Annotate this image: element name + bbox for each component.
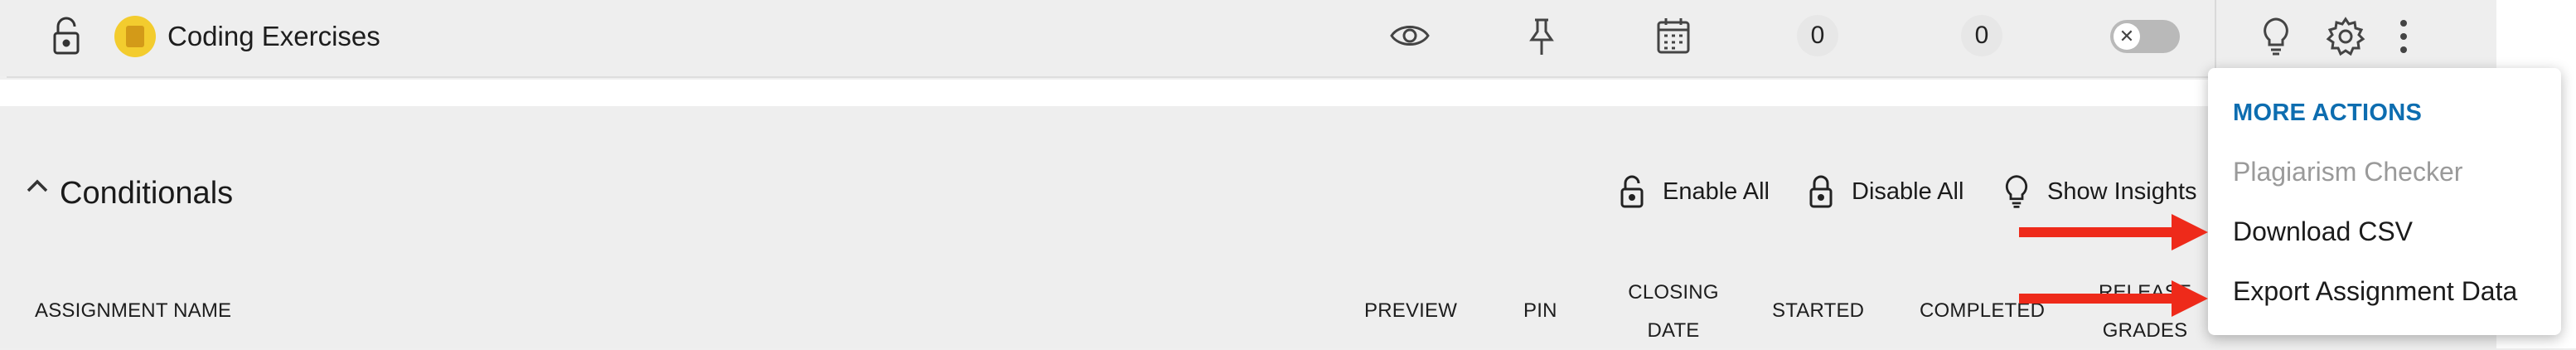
column-header-closing-line2: DATE [1647,319,1700,342]
kebab-icon[interactable] [2395,17,2412,56]
section-title[interactable]: Conditionals [60,173,233,214]
lightbulb-icon[interactable] [2002,174,2031,209]
show-insights-button[interactable]: Show Insights [2047,175,2197,208]
disable-all-button[interactable]: Disable All [1852,175,1963,208]
column-header-closing-line1: CLOSING [1628,281,1719,304]
release-grades-toggle[interactable]: ✕ [2110,20,2180,53]
column-header-closing-date: CLOSING DATE [1628,274,1719,350]
menu-item-export-assignment-data[interactable]: Export Assignment Data [2233,274,2517,309]
gear-icon[interactable] [2326,17,2365,56]
annotation-arrow [2019,280,2208,317]
lock-open-icon[interactable] [1618,174,1646,209]
x-icon: ✕ [2114,23,2140,50]
menu-item-download-csv[interactable]: Download CSV [2233,214,2413,249]
menu-heading: MORE ACTIONS [2233,100,2423,126]
calculator-icon [114,16,156,57]
eye-icon[interactable] [1389,20,1431,51]
assignment-title[interactable]: Coding Exercises [167,18,380,55]
column-header-pin: PIN [1523,299,1557,322]
column-header-assignment-name[interactable]: ASSIGNMENT NAME [35,292,231,330]
section-gap [0,80,2496,106]
column-header-preview: PREVIEW [1364,299,1458,322]
lightbulb-icon[interactable] [2261,17,2291,56]
completed-count: 0 [1961,15,2002,56]
column-header-release-line2: GRADES [2102,319,2188,342]
calendar-icon[interactable] [1656,17,1691,55]
menu-item-plagiarism-checker[interactable]: Plagiarism Checker [2233,154,2462,189]
row-divider [7,76,2377,78]
lock-icon[interactable] [1807,174,1835,209]
pin-icon[interactable] [1525,17,1558,56]
column-header-started: STARTED [1772,299,1865,322]
annotation-arrow [2019,214,2208,250]
chevron-up-icon[interactable] [25,177,50,194]
started-count: 0 [1797,15,1838,56]
column-divider [2215,0,2216,76]
lock-icon[interactable] [50,17,83,56]
enable-all-button[interactable]: Enable All [1663,175,1770,208]
